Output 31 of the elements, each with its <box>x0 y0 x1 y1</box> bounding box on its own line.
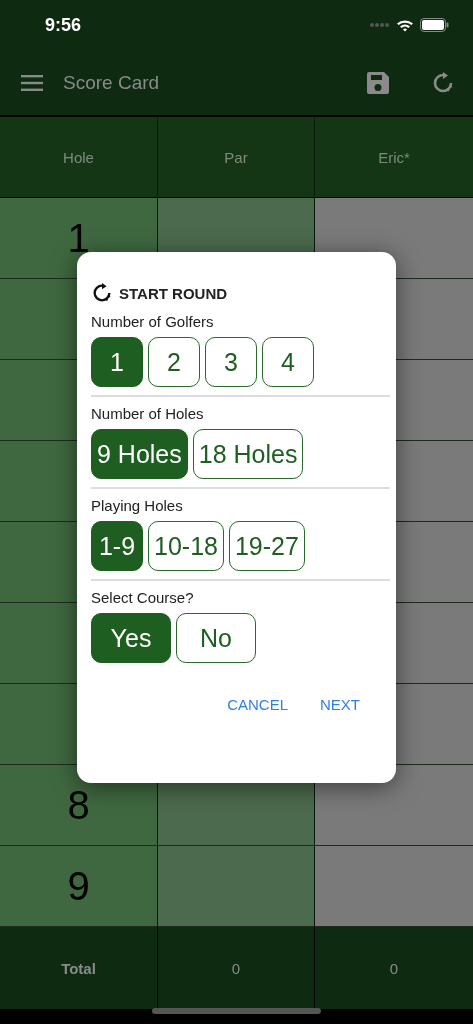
option-button[interactable]: 18 Holes <box>192 429 304 479</box>
signal-icon <box>370 22 390 28</box>
option-button[interactable]: 2 <box>148 337 200 387</box>
reload-icon[interactable] <box>431 70 455 95</box>
option-button[interactable]: No <box>176 613 256 663</box>
score-cell[interactable] <box>315 846 473 927</box>
app-title: Score Card <box>63 71 161 94</box>
save-icon[interactable] <box>367 71 389 94</box>
option-button[interactable]: 10-18 <box>148 521 224 571</box>
wifi-icon <box>396 18 414 32</box>
option-button[interactable]: 19-27 <box>228 521 305 571</box>
section-label: Select Course? <box>91 589 195 606</box>
option-button[interactable]: 1-9 <box>91 521 143 571</box>
par-cell[interactable] <box>158 846 315 927</box>
cancel-button[interactable]: CANCEL <box>221 689 294 719</box>
option-button[interactable]: 4 <box>262 337 314 387</box>
section-label: Number of Golfers <box>91 313 215 330</box>
option-button[interactable]: 3 <box>205 337 257 387</box>
dialog-title: START ROUND <box>119 284 228 302</box>
menu-icon[interactable] <box>21 74 43 91</box>
reload-icon <box>91 282 113 304</box>
option-button[interactable]: Yes <box>91 613 171 663</box>
status-time: 9:56 <box>45 14 82 36</box>
next-button[interactable]: NEXT <box>314 689 366 719</box>
total-value: 0 <box>388 958 400 979</box>
option-button[interactable]: 1 <box>91 337 143 387</box>
section-label: Number of Holes <box>91 405 205 422</box>
hole-number: 9 <box>0 846 158 927</box>
battery-icon <box>420 18 449 32</box>
section-label: Playing Holes <box>91 497 184 514</box>
option-button[interactable]: 9 Holes <box>91 429 188 479</box>
